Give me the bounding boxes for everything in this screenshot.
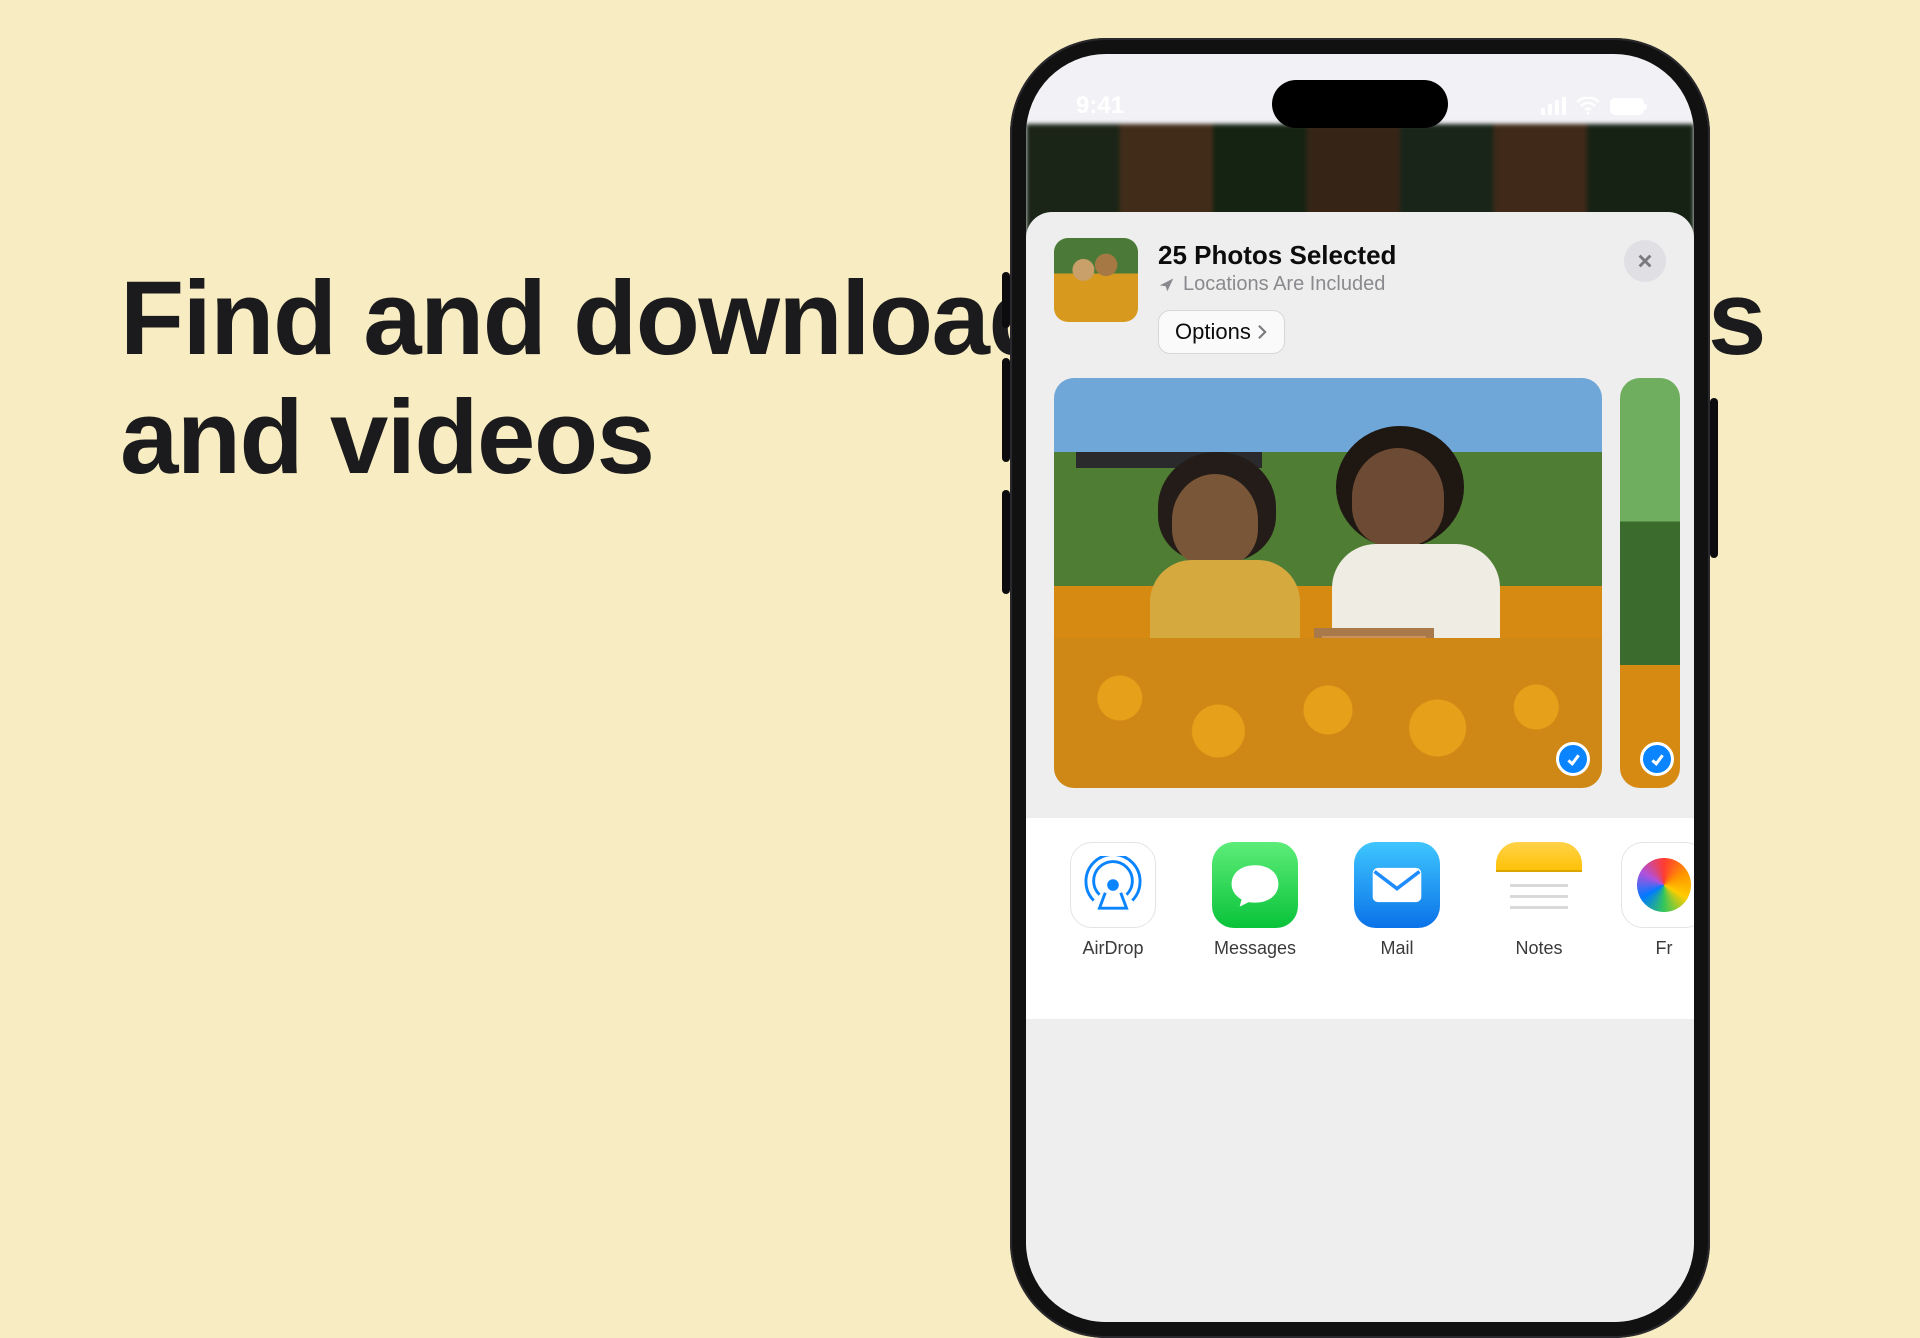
share-target-label: AirDrop	[1082, 938, 1143, 959]
status-bar: 9:41	[1026, 86, 1694, 126]
photo-preview-row[interactable]	[1026, 372, 1694, 788]
share-target-label: Messages	[1214, 938, 1296, 959]
share-target-label: Mail	[1380, 938, 1413, 959]
selected-checkmark-icon[interactable]	[1556, 742, 1590, 776]
close-icon	[1636, 252, 1654, 270]
share-target-notes[interactable]: Notes	[1492, 842, 1586, 959]
share-target-mail[interactable]: Mail	[1350, 842, 1444, 959]
share-target-messages[interactable]: Messages	[1208, 842, 1302, 959]
share-targets-row[interactable]: AirDrop Messages	[1026, 818, 1694, 1019]
phone-side-button	[1002, 272, 1010, 328]
share-sheet: 25 Photos Selected Locations Are Include…	[1026, 212, 1694, 1322]
freeform-icon	[1621, 842, 1694, 928]
cellular-signal-icon	[1541, 97, 1566, 115]
selection-title: 25 Photos Selected	[1158, 240, 1604, 271]
selected-checkmark-icon[interactable]	[1640, 742, 1674, 776]
phone-side-button	[1710, 398, 1718, 558]
options-button-label: Options	[1175, 319, 1251, 345]
notes-icon	[1496, 842, 1582, 928]
share-target-freeform[interactable]: Fr	[1634, 842, 1694, 959]
airdrop-icon	[1070, 842, 1156, 928]
selection-subtitle-text: Locations Are Included	[1183, 273, 1385, 296]
share-target-airdrop[interactable]: AirDrop	[1066, 842, 1160, 959]
phone-side-button	[1002, 490, 1010, 594]
location-arrow-icon	[1158, 276, 1175, 293]
share-target-label: Notes	[1515, 938, 1562, 959]
messages-icon	[1212, 842, 1298, 928]
phone-side-button	[1002, 358, 1010, 462]
photo-preview[interactable]	[1620, 378, 1680, 788]
phone-screen: 9:41 25 Photos Selected	[1026, 54, 1694, 1322]
mail-icon	[1354, 842, 1440, 928]
close-button[interactable]	[1624, 240, 1666, 282]
chevron-right-icon	[1257, 324, 1268, 340]
battery-icon	[1610, 98, 1644, 115]
photo-preview[interactable]	[1054, 378, 1602, 788]
iphone-mockup: 9:41 25 Photos Selected	[1010, 38, 1710, 1338]
status-time: 9:41	[1076, 92, 1124, 120]
wifi-icon	[1576, 97, 1600, 115]
options-button[interactable]: Options	[1158, 310, 1285, 354]
share-target-label: Fr	[1656, 938, 1673, 959]
selection-subtitle: Locations Are Included	[1158, 273, 1604, 296]
selection-thumbnail[interactable]	[1054, 238, 1138, 322]
